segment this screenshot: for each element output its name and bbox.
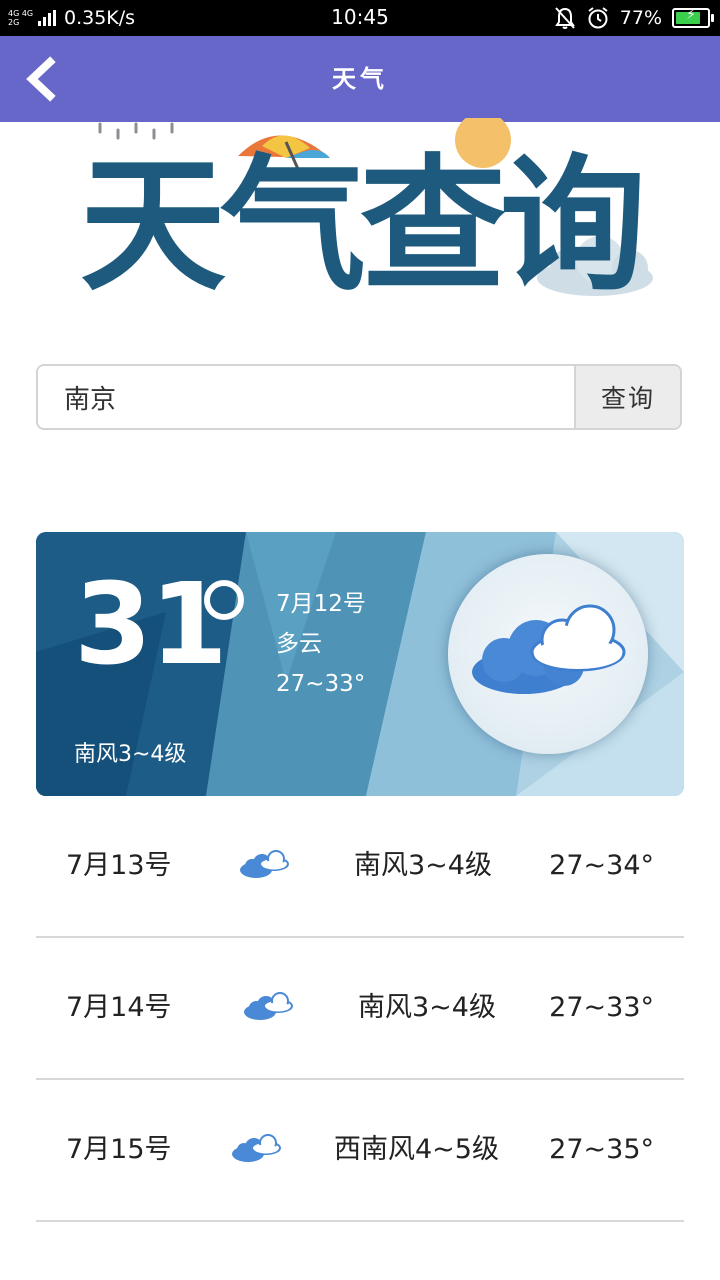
forecast-row: 7月15号 西南风4~5级 27~35° — [36, 1080, 684, 1222]
forecast-temp: 27~33° — [549, 992, 654, 1023]
app-bar: 天气 — [0, 36, 720, 122]
cloudy-icon — [244, 992, 293, 1020]
forecast-wind: 南风3~4级 — [354, 850, 492, 881]
forecast-list: 7月13号 南风3~4级 27~34° 7月14号 南风3~4级 27~33° … — [36, 796, 684, 1222]
forecast-date: 7月14号 — [66, 992, 172, 1023]
current-info: 7月12号 多云 27~33° — [276, 584, 366, 704]
forecast-wind: 西南风4~5级 — [334, 1134, 499, 1165]
forecast-date: 7月13号 — [66, 850, 172, 881]
current-temperature: 31 — [74, 560, 228, 690]
page-title: 天气 — [332, 65, 388, 93]
banner-illustration: 天气查询 — [80, 112, 653, 311]
weather-screen: 4G 4G 2G 0.35K/s 10:45 77% ⚡ 天气 天气查询 南京 … — [0, 0, 720, 1280]
alarm-icon — [588, 7, 608, 29]
forecast-temp: 27~34° — [549, 850, 654, 881]
status-bar: 4G 4G 2G 0.35K/s 10:45 77% ⚡ — [0, 0, 720, 36]
current-weather-card: 31 7月12号 多云 27~33° 南风3~4级 — [36, 532, 684, 796]
search-box: 查询 — [36, 364, 682, 430]
forecast-row: 7月14号 南风3~4级 27~33° — [36, 938, 684, 1080]
cloudy-icon — [472, 604, 626, 694]
battery-percent: 77% — [619, 7, 662, 29]
cloudy-icon — [240, 850, 289, 878]
city-input[interactable] — [38, 366, 578, 428]
current-weather-icon — [448, 554, 648, 754]
cloudy-icon — [232, 1134, 281, 1162]
forecast-date: 7月15号 — [66, 1134, 172, 1165]
battery-icon: ⚡ — [672, 7, 714, 28]
forecast-temp: 27~35° — [549, 1134, 654, 1165]
current-date: 7月12号 — [276, 591, 366, 617]
current-condition: 多云 — [276, 631, 322, 657]
current-wind: 南风3~4级 — [74, 742, 187, 767]
forecast-wind: 南风3~4级 — [358, 992, 496, 1023]
banner: 天气查询 — [40, 112, 680, 311]
forecast-row: 7月13号 南风3~4级 27~34° — [36, 796, 684, 938]
search-button[interactable]: 查询 — [574, 366, 680, 428]
status-right: 77% ⚡ — [554, 5, 714, 31]
banner-title: 天气查询 — [80, 141, 640, 308]
degree-symbol — [204, 580, 244, 620]
mute-icon — [554, 7, 575, 29]
current-range: 27~33° — [276, 671, 366, 697]
